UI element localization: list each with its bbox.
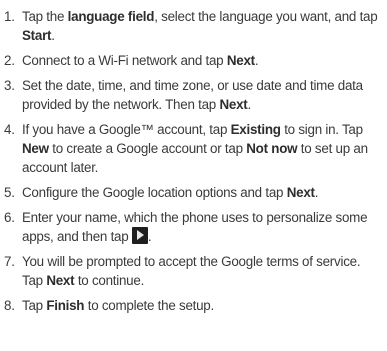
step-number: 7. [4, 254, 15, 269]
step-number: 6. [4, 210, 15, 225]
step-number: 4. [4, 122, 15, 137]
text-run: . [254, 53, 259, 68]
step-text: Tap the language field, select the langu… [22, 7, 383, 45]
step-text: Tap Finish to complete the setup. [22, 296, 383, 315]
text-run: Tap [22, 298, 47, 313]
text-run: . [147, 229, 152, 244]
text-run: . [51, 28, 55, 43]
step-text: Configure the Google location options an… [22, 183, 383, 202]
bold-term: Existing [230, 122, 281, 137]
step-text: Connect to a Wi-Fi network and tap Next. [22, 51, 383, 70]
step-item: 7. You will be prompted to accept the Goo… [4, 252, 383, 290]
text-run: If you have a Google™ account, tap [22, 122, 231, 137]
step-text: Set the date, time, and time zone, or us… [22, 76, 383, 114]
step-item: 5. Configure the Google location options … [4, 183, 383, 202]
bold-term: language field [67, 9, 155, 24]
step-item: 8. Tap Finish to complete the setup. [4, 296, 383, 315]
bold-term: Next [219, 97, 248, 112]
bold-term: New [22, 141, 49, 156]
bold-term: Not now [246, 141, 298, 156]
step-item: 4. If you have a Google™ account, tap Exi… [4, 120, 383, 177]
setup-instructions: 1. Tap the language field, select the lan… [0, 0, 387, 351]
step-text: Enter your name, which the phone uses to… [22, 208, 383, 246]
text-run: to complete the setup. [84, 298, 215, 313]
step-number: 3. [4, 78, 15, 93]
step-item: 6. Enter your name, which the phone uses … [4, 208, 383, 246]
text-run: Configure the Google location options an… [22, 185, 287, 200]
step-text: You will be prompted to accept the Googl… [22, 252, 383, 290]
steps-list: 1. Tap the language field, select the lan… [4, 7, 383, 315]
text-run: Set the date, time, and time zone, or us… [22, 78, 363, 112]
bold-term: Next [46, 273, 75, 288]
bold-term: Next [286, 185, 315, 200]
step-item: 3. Set the date, time, and time zone, or … [4, 76, 383, 114]
step-text: If you have a Google™ account, tap Exist… [22, 120, 383, 177]
text-run: . [247, 97, 251, 112]
text-run: Enter your name, which the phone uses to… [22, 210, 368, 244]
bold-term: Finish [46, 298, 85, 313]
bold-term: Next [226, 53, 255, 68]
text-run: to create a Google account or tap [48, 141, 247, 156]
text-run: to sign in. Tap [280, 122, 363, 137]
text-run: Tap the [22, 9, 68, 24]
step-item: 2. Connect to a Wi-Fi network and tap Nex… [4, 51, 383, 70]
next-arrow-icon [131, 227, 148, 244]
step-number: 2. [4, 53, 15, 68]
bold-term: Start [22, 28, 52, 43]
text-run: to continue. [74, 273, 145, 288]
text-run: , select the language you want, and tap [154, 9, 378, 24]
text-run: . [314, 185, 319, 200]
step-item: 1. Tap the language field, select the lan… [4, 7, 383, 45]
step-number: 8. [4, 298, 15, 313]
step-number: 1. [4, 9, 15, 24]
step-number: 5. [4, 185, 15, 200]
text-run: Connect to a Wi-Fi network and tap [22, 53, 227, 68]
